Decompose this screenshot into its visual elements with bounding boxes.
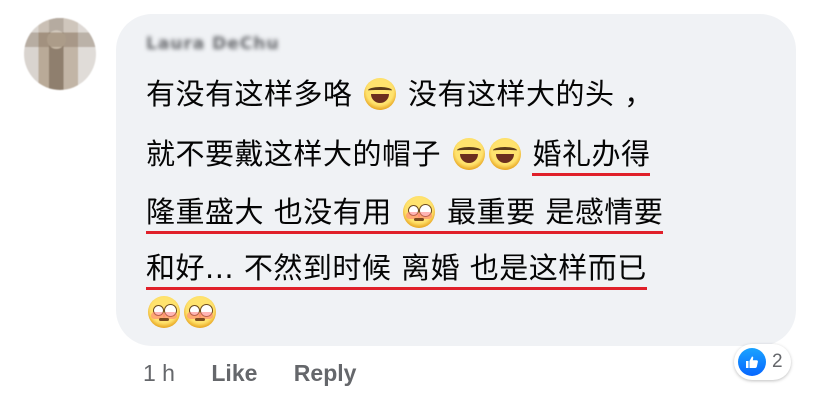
comment-text-segment: 婚礼办得 xyxy=(532,137,651,176)
comment-text-line-1: 有没有这样多咯 没有这样大的头 ， xyxy=(146,76,654,112)
comment-text-line-5 xyxy=(146,294,218,330)
comment-text-segment: 隆重盛大 也没有用 xyxy=(146,195,392,229)
flushed-emoji-icon xyxy=(184,296,216,328)
flushed-emoji-icon xyxy=(148,296,180,328)
comment-text-line-4: 和好... 不然到时候 离婚 也是这样而已 xyxy=(146,250,647,290)
comment-timestamp[interactable]: 1 h xyxy=(143,360,175,387)
comment-text-segment: 和好... 不然到时候 离婚 也是这样而已 xyxy=(146,251,647,290)
comment-author-name[interactable]: Laura DeChu xyxy=(146,34,316,54)
comment-text-segment: 最重要 是感情要 xyxy=(447,195,664,229)
comment-text-segment: 没有这样大的头 ， xyxy=(407,77,654,111)
comment-text-segment: 有没有这样多咯 xyxy=(146,77,353,111)
comment-text-line-3: 隆重盛大 也没有用 最重要 是感情要 xyxy=(146,194,664,234)
comment-actions: 1 h Like Reply xyxy=(143,360,356,387)
comment-text-segment: 就不要戴这样大的帽子 xyxy=(146,137,442,171)
laughing-tears-emoji-icon xyxy=(364,78,397,110)
flushed-emoji-icon xyxy=(403,196,436,228)
reaction-summary[interactable]: 2 xyxy=(734,344,791,380)
comment-text-line-2: 就不要戴这样大的帽子 婚礼办得 xyxy=(146,136,651,176)
like-button[interactable]: Like xyxy=(211,360,257,387)
comment-bubble xyxy=(116,14,796,346)
thumbs-up-icon xyxy=(738,348,766,376)
comment-text-underlined: 隆重盛大 也没有用 最重要 是感情要 xyxy=(146,195,664,234)
laughing-tears-emoji-icon xyxy=(452,138,485,170)
reply-button[interactable]: Reply xyxy=(294,360,357,387)
author-avatar[interactable] xyxy=(24,18,96,90)
reaction-count: 2 xyxy=(772,351,783,372)
laughing-tears-emoji-icon xyxy=(488,138,521,170)
